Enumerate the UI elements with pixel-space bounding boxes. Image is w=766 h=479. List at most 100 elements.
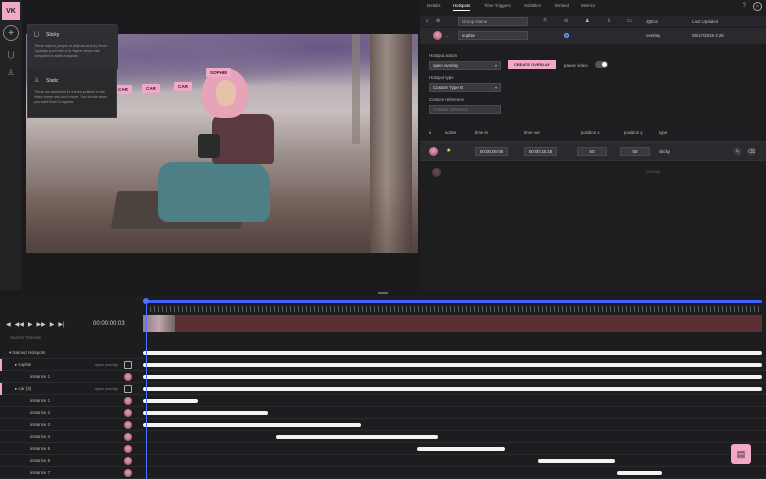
timeline-row-label: ▾ Named Hotspots <box>9 350 46 355</box>
prev-marker-icon[interactable]: ◀ <box>6 321 11 328</box>
timeline-bar[interactable] <box>143 387 762 391</box>
hotspot-label-sophie[interactable]: SOPHIE <box>206 68 232 77</box>
timeline-bar[interactable] <box>143 423 361 427</box>
time-in-field[interactable]: 00:00:00:05 <box>475 147 508 156</box>
timeline-bar[interactable] <box>143 375 762 379</box>
hotspot-label-car[interactable]: CAR <box>142 84 160 93</box>
timeline-bar[interactable] <box>276 435 438 439</box>
hotspot-label-car[interactable]: CAR <box>174 82 192 91</box>
video-person-face <box>216 80 236 106</box>
tab-subtitles[interactable]: Subtitles <box>524 3 541 10</box>
hotspot-type-select[interactable]: Custom Type B ▾ <box>429 83 501 92</box>
custom-reference-input[interactable]: Custom reference <box>429 105 501 114</box>
chat-button[interactable]: ▤ <box>731 444 751 464</box>
right-panel: Details Hotspots Time Triggers Subtitles… <box>420 0 766 290</box>
play-icon[interactable]: ▶ <box>28 321 33 328</box>
skip-end-icon[interactable]: ▶| <box>58 321 64 328</box>
col-type: type <box>659 130 668 135</box>
col-position-y: position y <box>624 130 643 135</box>
hotspot-action-select[interactable]: open overlay ▾ <box>429 61 501 70</box>
timeline-row-label: instance 7 <box>30 470 51 475</box>
edit-icon[interactable]: ✎ <box>733 147 742 156</box>
person-icon[interactable]: ♟ <box>585 18 589 24</box>
timeline-bar[interactable] <box>143 351 762 355</box>
star-icon[interactable]: ★ <box>446 147 451 154</box>
timeline: ◀ ◀◀ ▶ ▶▶ ▶ ▶| 00:00:00:03 Search Timeli… <box>0 296 766 479</box>
magnet-icon: ⋃ <box>7 49 15 59</box>
timeline-search[interactable]: Search Timeline <box>6 334 134 343</box>
timeline-row[interactable]: ▸ sophie open overlay <box>0 359 766 371</box>
timeline-row[interactable]: instance 4 <box>0 431 766 443</box>
resize-handle[interactable] <box>378 292 388 294</box>
add-hotspot-button[interactable]: + <box>3 25 19 41</box>
group-name-input[interactable]: Group Name <box>458 17 528 26</box>
position-x-field[interactable]: 50 <box>577 147 607 156</box>
person-button[interactable]: ♙ <box>3 64 19 80</box>
magnet-button[interactable]: ⋃ <box>3 46 19 62</box>
next-marker-icon[interactable]: ▶ <box>50 321 55 328</box>
tab-bar: Details Hotspots Time Triggers Subtitles… <box>420 3 766 13</box>
timeline-row-label: instance 6 <box>30 458 51 463</box>
timeline-bar[interactable] <box>417 447 505 451</box>
hotspot-name-input[interactable]: sophie <box>458 31 528 40</box>
timeline-row-label: instance 1 <box>30 398 51 403</box>
playhead[interactable] <box>146 304 147 479</box>
chevron-down-icon[interactable]: ⌄ <box>445 33 449 39</box>
timeline-row[interactable]: instance 3 <box>0 419 766 431</box>
timeline-row[interactable]: instance 2 <box>0 407 766 419</box>
hotspot-action: overlay <box>646 33 661 38</box>
tab-hotspots[interactable]: Hotspots <box>453 3 471 11</box>
timeline-bar[interactable] <box>143 399 198 403</box>
timeline-row[interactable]: instance 7 <box>0 467 766 479</box>
timeline-row[interactable]: ▸ car (3) open overlay <box>0 383 766 395</box>
sticky-option[interactable]: ⋃ Sticky These stick to people or objects… <box>28 25 118 69</box>
tab-details[interactable]: Details <box>427 3 440 10</box>
search-icon[interactable]: ⌕ <box>426 18 429 24</box>
timeline-row[interactable]: instance 1 <box>0 371 766 383</box>
timeline-bar[interactable] <box>617 471 662 475</box>
monitor-icon <box>124 361 132 369</box>
app-logo[interactable]: VK <box>2 2 20 20</box>
video-track[interactable] <box>143 315 762 332</box>
col-action: Action <box>646 19 659 24</box>
static-option[interactable]: ♙ Static These are anchored to a fixed po… <box>28 71 118 117</box>
person-icon: ♙ <box>34 78 40 84</box>
avatar <box>433 31 442 40</box>
timeline-row-label: ▸ car (3) <box>15 386 32 391</box>
pause-video-toggle[interactable] <box>595 61 608 68</box>
expand-icon[interactable]: ⤧ <box>543 18 547 24</box>
download-icon[interactable]: ⇩ <box>607 18 611 24</box>
timecode: 00:00:00:03 <box>93 321 125 327</box>
target-icon[interactable]: ⊙ <box>564 18 568 24</box>
timeline-row-label: instance 2 <box>30 410 51 415</box>
timeline-bar[interactable] <box>538 459 615 463</box>
instance-row[interactable]: ★ 00:00:00:05 00:00:18:18 50 50 sticky ✎… <box>420 141 766 161</box>
time-out-field[interactable]: 00:00:18:18 <box>524 147 557 156</box>
timeline-scrubber[interactable] <box>143 300 762 303</box>
select-radio[interactable] <box>564 33 569 38</box>
chevron-down-icon: ▾ <box>494 63 497 68</box>
timeline-row[interactable]: instance 5 <box>0 443 766 455</box>
tab-embed[interactable]: Embed <box>555 3 569 10</box>
create-overlay-button[interactable]: CREATE OVERLAY <box>508 60 556 69</box>
timeline-row[interactable]: instance 1 <box>0 395 766 407</box>
tab-time-triggers[interactable]: Time Triggers <box>484 3 511 10</box>
monitor-icon[interactable]: ▭ <box>627 18 632 24</box>
timeline-row[interactable]: instance 6 <box>0 455 766 467</box>
timeline-bar[interactable] <box>143 411 268 415</box>
fast-forward-icon[interactable]: ▶▶ <box>36 321 45 328</box>
app-root: VK + ⋃ ♙ ⋃ Sticky These stick to people o… <box>0 0 766 479</box>
delete-icon[interactable]: ⌫ <box>747 147 756 156</box>
link-icon[interactable]: ⊘ <box>436 18 440 24</box>
help-icon[interactable]: ? <box>743 3 746 9</box>
rewind-icon[interactable]: ◀◀ <box>15 321 24 328</box>
hotspot-row-sophie[interactable]: ⌄ sophie overlay 06/17/2019 4:26 <box>420 28 766 44</box>
avatar <box>124 457 132 465</box>
position-y-field[interactable]: 50 <box>620 147 650 156</box>
tab-metrics[interactable]: Metrics <box>581 3 595 10</box>
timeline-row-label: instance 3 <box>30 422 51 427</box>
instance-row-disabled: overlay <box>420 165 766 179</box>
timeline-bar[interactable] <box>143 363 762 367</box>
close-icon[interactable]: × <box>753 2 762 11</box>
timeline-row[interactable]: ▾ Named Hotspots <box>0 347 766 359</box>
